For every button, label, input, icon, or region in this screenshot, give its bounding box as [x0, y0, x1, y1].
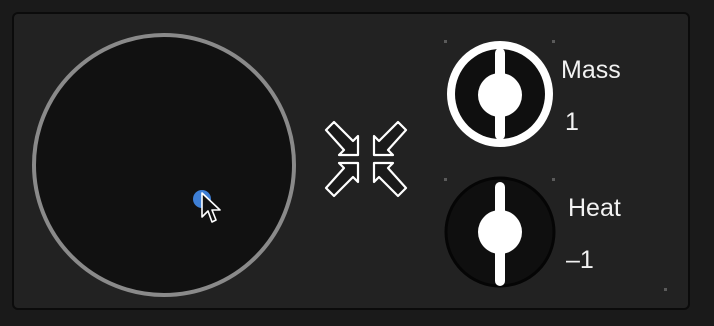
tick-mark	[664, 288, 667, 291]
tick-mark	[444, 178, 447, 181]
mass-label: Mass	[561, 56, 621, 84]
heat-value: –1	[566, 246, 594, 274]
xy-pad[interactable]	[32, 33, 296, 297]
arrow-cursor-icon	[201, 192, 221, 223]
heat-knob[interactable]	[444, 176, 556, 288]
mass-knob[interactable]	[444, 38, 556, 150]
tick-mark	[552, 178, 555, 181]
tick-mark	[444, 40, 447, 43]
mass-value: 1	[565, 108, 579, 136]
heat-label: Heat	[568, 194, 621, 222]
compress-arrows-icon[interactable]	[320, 117, 412, 201]
tick-mark	[552, 40, 555, 43]
